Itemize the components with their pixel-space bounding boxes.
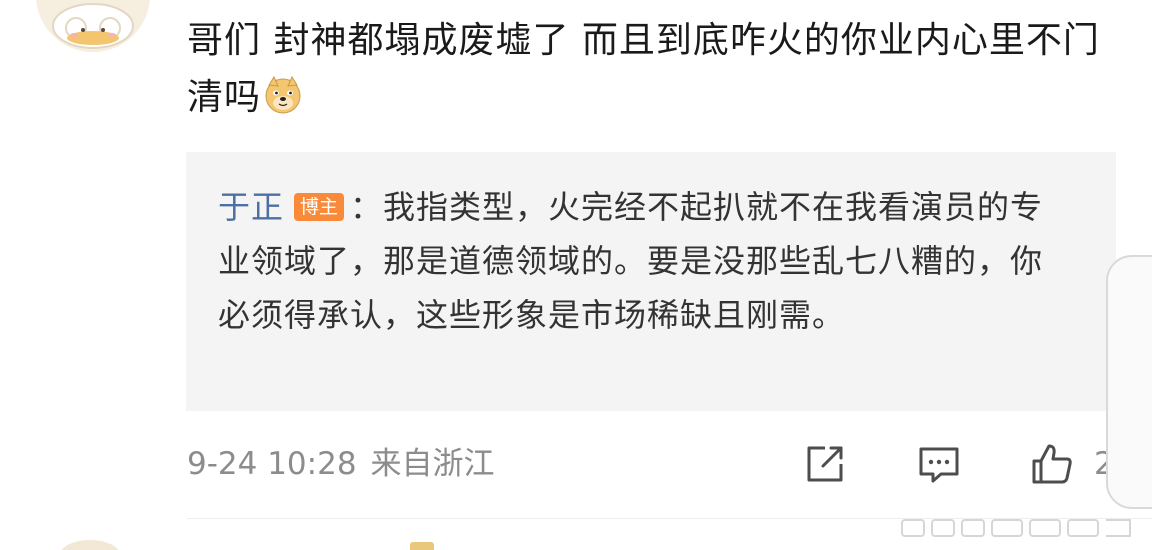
watermark-icon: [898, 512, 1138, 542]
reply-text-block: 于正 博主 ：我指类型，火完经不起扒就不在我看演员的专业领域了，那是道德领域的。要是…: [218, 180, 1048, 342]
comment-body: 哥们 封神都塌成废墟了 而且到底咋火的你业内心里不门清吗: [187, 12, 1117, 126]
like-icon[interactable]: [1030, 442, 1074, 486]
comment-icon[interactable]: [917, 442, 961, 486]
scroll-handle[interactable]: [1106, 255, 1152, 509]
next-comment-badge-icon: [410, 542, 434, 550]
reply-separator: ：: [350, 188, 384, 226]
author-reply-box[interactable]: 于正 博主 ：我指类型，火完经不起扒就不在我看演员的专业领域了，那是道德领域的。要是…: [186, 152, 1116, 411]
comment-text: 哥们 封神都塌成废墟了 而且到底咋火的你业内心里不门清吗: [187, 20, 1100, 118]
author-badge: 博主: [294, 193, 345, 221]
avatar-illustration: [36, 0, 150, 52]
user-avatar[interactable]: [36, 0, 150, 52]
reply-author-link[interactable]: 于正: [218, 188, 284, 226]
comment-timestamp: 9-24 10:28: [187, 446, 357, 482]
comment-meta: 9-24 10:28 来自浙江: [187, 440, 509, 488]
share-icon[interactable]: [803, 442, 847, 486]
weibo-comment-page: 哥们 封神都塌成废墟了 而且到底咋火的你业内心里不门清吗 于正 博主 ：我指类型，火…: [0, 0, 1152, 550]
doge-emoji-icon: [263, 75, 303, 115]
comment-location: 来自浙江: [370, 446, 495, 482]
